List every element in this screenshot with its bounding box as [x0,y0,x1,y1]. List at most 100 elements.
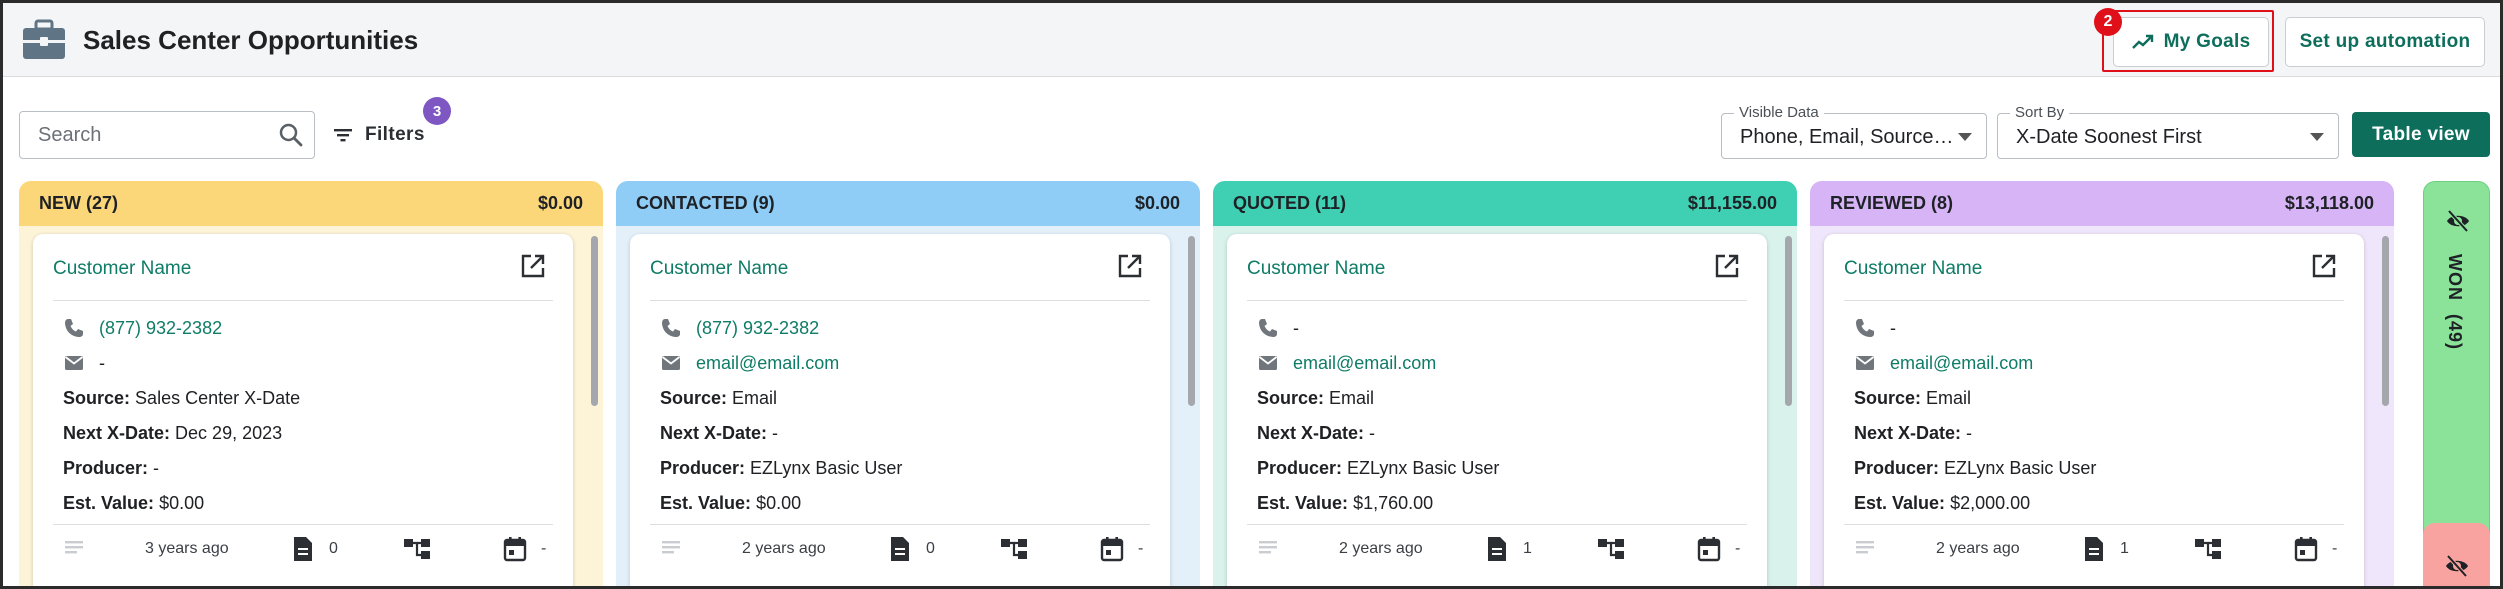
producer-label: Producer: [63,458,149,478]
calendar-value: - [1138,540,1144,557]
column-total: $0.00 [537,193,583,213]
column-contacted: CONTACTED (9) $0.00 Customer Name (877) … [616,181,1200,586]
phone-value[interactable]: (877) 932-2382 [99,318,222,339]
email-icon [64,356,84,370]
phone-icon [662,319,680,337]
email-value: - [99,353,105,373]
est-value-row: Est. Value: $0.00 [63,493,204,514]
producer-label: Producer: [660,458,746,478]
search-box[interactable] [19,111,315,159]
column-scrollbar[interactable] [591,236,598,406]
filters-label: Filters [365,124,425,145]
page-title: Sales Center Opportunities [83,25,419,55]
calendar-icon[interactable] [2294,536,2318,562]
visible-data-select[interactable]: Visible Data Phone, Email, Source, ... [1721,104,1987,159]
column-title: QUOTED (11) [1233,193,1347,213]
briefcase-icon [23,19,65,59]
column-scrollbar[interactable] [1785,236,1792,406]
last-activity-time: 2 years ago [742,540,826,557]
producer-label: Producer: [1257,458,1343,478]
sort-by-select[interactable]: Sort By X-Date Soonest First [1997,104,2339,159]
source-label: Source: [1854,388,1922,408]
setup-automation-button[interactable]: Set up automation [2285,17,2485,67]
search-icon[interactable] [278,122,304,148]
email-value[interactable]: email@email.com [696,353,839,374]
producer-label: Producer: [1854,458,1940,478]
source-value: Sales Center X-Date [135,388,301,408]
filters-button[interactable]: Filters [333,115,425,155]
last-activity-time: 3 years ago [145,540,229,557]
est-value-label: Est. Value: [1854,493,1946,513]
opportunity-card[interactable]: Customer Name (877) 932-2382 - Source: S… [33,234,573,586]
column-header: NEW (27) $0.00 [19,181,603,226]
column-total: $13,118.00 [2284,193,2374,213]
next-xdate-label: Next X-Date: [63,423,171,443]
next-xdate-row: Next X-Date: Dec 29, 2023 [63,423,282,444]
sort-by-value: X-Date Soonest First [2016,126,2202,148]
column-title: CONTACTED (9) [636,193,775,213]
calendar-icon[interactable] [1697,536,1721,562]
email-icon [661,356,681,370]
est-value-label: Est. Value: [63,493,155,513]
customer-name-link[interactable]: Customer Name [1247,258,1385,280]
phone-value[interactable]: (877) 932-2382 [696,318,819,339]
card-divider [53,300,553,301]
document-icon[interactable] [888,536,912,562]
column-scrollbar[interactable] [1188,236,1195,406]
open-in-new-icon[interactable] [2310,252,2338,280]
notes-icon[interactable] [1854,538,1876,560]
column-body: Customer Name - email@email.com Source: … [1810,226,2394,586]
customer-name-link[interactable]: Customer Name [650,258,788,280]
next-xdate-value: - [1966,423,1973,443]
collapsed-column-won[interactable]: WON (49) [2423,181,2490,549]
document-icon[interactable] [2082,536,2106,562]
phone-value: - [1293,318,1299,338]
source-value: Email [732,388,778,408]
source-value: Email [1926,388,1972,408]
email-value[interactable]: email@email.com [1890,353,2033,374]
notes-icon[interactable] [63,538,85,560]
email-value[interactable]: email@email.com [1293,353,1436,374]
est-value-value: $0.00 [159,493,205,513]
producer-value: EZLynx Basic User [1944,458,2097,478]
est-value-row: Est. Value: $0.00 [660,493,801,514]
est-value-value: $2,000.00 [1950,493,2031,513]
column-new: NEW (27) $0.00 Customer Name (877) 932-2… [19,181,603,586]
est-value-value: $1,760.00 [1353,493,1434,513]
workflow-tree-icon[interactable] [2194,537,2222,561]
collapsed-column-lost[interactable] [2423,523,2490,586]
my-goals-label: My Goals [2163,31,2251,52]
opportunity-card[interactable]: Customer Name - email@email.com Source: … [1227,234,1767,586]
card-divider [1844,300,2344,301]
table-view-button[interactable]: Table view [2352,112,2490,157]
document-count: 1 [2120,540,2129,557]
search-input[interactable] [20,112,270,158]
open-in-new-icon[interactable] [519,252,547,280]
document-count: 1 [1523,540,1532,557]
document-icon[interactable] [291,536,315,562]
column-scrollbar[interactable] [2382,236,2389,406]
calendar-icon[interactable] [503,536,527,562]
opportunity-card[interactable]: Customer Name (877) 932-2382 email@email… [630,234,1170,586]
notes-icon[interactable] [1257,538,1279,560]
next-xdate-row: Next X-Date: - [660,423,778,444]
calendar-icon[interactable] [1100,536,1124,562]
est-value-label: Est. Value: [1257,493,1349,513]
notes-icon[interactable] [660,538,682,560]
opportunity-card[interactable]: Customer Name - email@email.com Source: … [1824,234,2364,586]
eye-off-icon[interactable] [2444,553,2470,579]
email-icon [1258,356,1278,370]
my-goals-button[interactable]: My Goals [2113,17,2269,67]
customer-name-link[interactable]: Customer Name [53,258,191,280]
open-in-new-icon[interactable] [1116,252,1144,280]
eye-off-icon[interactable] [2445,208,2471,234]
workflow-tree-icon[interactable] [1597,537,1625,561]
next-xdate-value: - [1369,423,1376,443]
workflow-tree-icon[interactable] [1000,537,1028,561]
chevron-down-icon [2310,133,2324,141]
customer-name-link[interactable]: Customer Name [1844,258,1982,280]
workflow-tree-icon[interactable] [403,537,431,561]
open-in-new-icon[interactable] [1713,252,1741,280]
source-row: Source: Email [660,388,777,409]
document-icon[interactable] [1485,536,1509,562]
